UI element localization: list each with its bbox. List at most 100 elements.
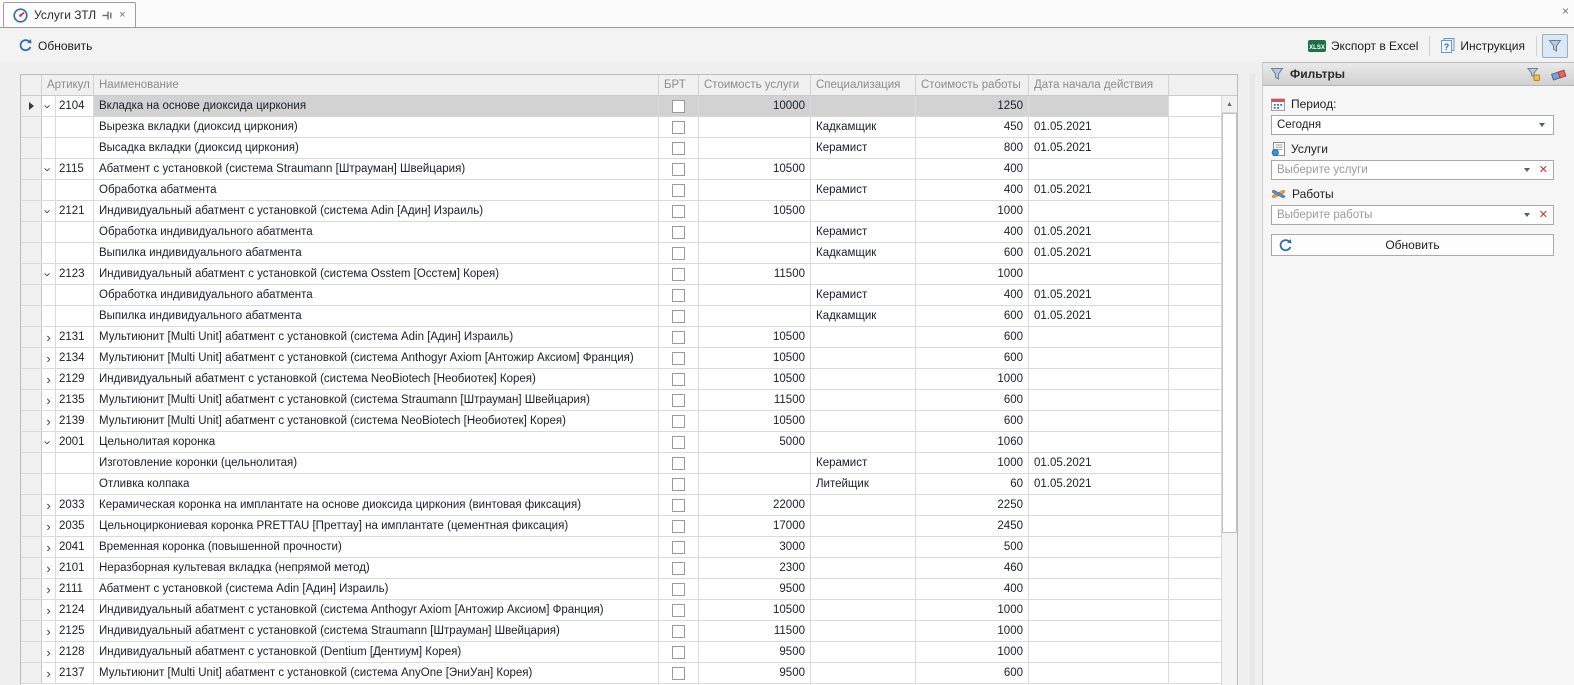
table-row[interactable]: Обработка индивидуального абатментаКерам… <box>21 285 1221 306</box>
expand-icon[interactable]: › <box>42 642 56 662</box>
table-row[interactable]: Выпилка индивидуального абатментаКадкамщ… <box>21 243 1221 264</box>
expand-icon[interactable]: › <box>42 579 56 599</box>
table-row[interactable]: ›2125Индивидуальный абатмент с установко… <box>21 621 1221 642</box>
header-start-date[interactable]: Дата начала действия <box>1029 75 1169 95</box>
brt-checkbox[interactable] <box>672 625 685 638</box>
brt-checkbox[interactable] <box>672 352 685 365</box>
brt-checkbox[interactable] <box>672 121 685 134</box>
table-row[interactable]: ›2104Вкладка на основе диоксида циркония… <box>21 96 1221 117</box>
pin-icon[interactable] <box>102 10 113 21</box>
collapse-icon[interactable]: › <box>42 96 56 116</box>
export-excel-button[interactable]: XLSX Экспорт в Excel <box>1302 35 1424 57</box>
expand-icon[interactable]: › <box>42 621 56 641</box>
brt-checkbox[interactable] <box>672 289 685 302</box>
brt-checkbox[interactable] <box>672 373 685 386</box>
table-row[interactable]: ›2033Керамическая коронка на имплантате … <box>21 495 1221 516</box>
brt-checkbox[interactable] <box>672 667 685 680</box>
tab-uslugi-ztl[interactable]: Услуги ЗТЛ × <box>3 2 136 27</box>
table-row[interactable]: ›2137Мультиюнит [Multi Unit] абатмент с … <box>21 663 1221 684</box>
table-row[interactable]: Выпилка индивидуального абатментаКадкамщ… <box>21 306 1221 327</box>
collapse-icon[interactable]: › <box>42 264 56 284</box>
expand-icon[interactable]: › <box>42 369 56 389</box>
table-row[interactable]: Обработка индивидуального абатментаКерам… <box>21 222 1221 243</box>
header-work-cost[interactable]: Стоимость работы <box>916 75 1029 95</box>
expand-icon[interactable]: › <box>42 327 56 347</box>
brt-checkbox[interactable] <box>672 604 685 617</box>
expand-icon[interactable]: › <box>42 516 56 536</box>
header-specialization[interactable]: Специализация <box>811 75 916 95</box>
brt-checkbox[interactable] <box>672 478 685 491</box>
header-artikul[interactable]: Артикул <box>42 75 94 95</box>
clear-icon[interactable]: ✕ <box>1539 210 1548 221</box>
tabstrip-close-icon[interactable]: × <box>1562 5 1569 17</box>
brt-checkbox[interactable] <box>672 100 685 113</box>
brt-checkbox[interactable] <box>672 499 685 512</box>
brt-checkbox[interactable] <box>672 583 685 596</box>
expand-icon[interactable]: › <box>42 348 56 368</box>
table-row[interactable]: ›2131Мультиюнит [Multi Unit] абатмент с … <box>21 327 1221 348</box>
table-row[interactable]: ›2134Мультиюнит [Multi Unit] абатмент с … <box>21 348 1221 369</box>
period-combo[interactable]: Сегодня <box>1271 115 1554 135</box>
table-row[interactable]: ›2115Абатмент с установкой (система Stra… <box>21 159 1221 180</box>
brt-checkbox[interactable] <box>672 247 685 260</box>
brt-checkbox[interactable] <box>672 268 685 281</box>
brt-checkbox[interactable] <box>672 205 685 218</box>
eraser-icon[interactable] <box>1551 68 1567 81</box>
brt-checkbox[interactable] <box>672 331 685 344</box>
table-row[interactable]: ›2041Временная коронка (повышенной прочн… <box>21 537 1221 558</box>
chevron-down-icon[interactable] <box>1524 213 1530 217</box>
expand-icon[interactable]: › <box>42 558 56 578</box>
table-row[interactable]: Высадка вкладки (диоксид циркония)Керами… <box>21 138 1221 159</box>
header-service-cost[interactable]: Стоимость услуги <box>699 75 811 95</box>
table-row[interactable]: ›2101Неразборная культевая вкладка (непр… <box>21 558 1221 579</box>
table-row[interactable]: ›2135Мультиюнит [Multi Unit] абатмент с … <box>21 390 1221 411</box>
brt-checkbox[interactable] <box>672 142 685 155</box>
collapse-icon[interactable]: › <box>42 159 56 179</box>
filter-edit-icon[interactable] <box>1526 67 1541 82</box>
header-brt[interactable]: БРТ <box>659 75 699 95</box>
vertical-scrollbar[interactable]: ▲ <box>1221 96 1237 685</box>
panel-splitter[interactable] <box>1250 74 1255 685</box>
table-row[interactable]: Отливка колпакаЛитейщик6001.05.2021 <box>21 474 1221 495</box>
table-row[interactable]: Вырезка вкладки (диоксид циркония)Кадкам… <box>21 117 1221 138</box>
brt-checkbox[interactable] <box>672 184 685 197</box>
expand-icon[interactable]: › <box>42 390 56 410</box>
header-name[interactable]: Наименование <box>94 75 659 95</box>
brt-checkbox[interactable] <box>672 415 685 428</box>
collapse-icon[interactable]: › <box>42 201 56 221</box>
refresh-button[interactable]: Обновить <box>12 34 98 57</box>
expand-icon[interactable]: › <box>42 411 56 431</box>
expand-icon[interactable]: › <box>42 495 56 515</box>
brt-checkbox[interactable] <box>672 646 685 659</box>
brt-checkbox[interactable] <box>672 541 685 554</box>
chevron-down-icon[interactable] <box>1524 168 1530 172</box>
services-combo[interactable]: Выберите услуги ✕ <box>1271 160 1554 180</box>
table-row[interactable]: ›2001Цельнолитая коронка50001060 <box>21 432 1221 453</box>
table-row[interactable]: ›2121Индивидуальный абатмент с установко… <box>21 201 1221 222</box>
scrollbar-thumb[interactable] <box>1222 113 1237 533</box>
expand-icon[interactable]: › <box>42 600 56 620</box>
brt-checkbox[interactable] <box>672 310 685 323</box>
tab-close-icon[interactable]: × <box>119 10 125 21</box>
table-row[interactable]: Изготовление коронки (цельнолитая)Керами… <box>21 453 1221 474</box>
brt-checkbox[interactable] <box>672 163 685 176</box>
scroll-up-icon[interactable]: ▲ <box>1222 96 1237 113</box>
table-row[interactable]: ›2035Цельноциркониевая коронка PRETTAU [… <box>21 516 1221 537</box>
table-row[interactable]: ›2139Мультиюнит [Multi Unit] абатмент с … <box>21 411 1221 432</box>
works-combo[interactable]: Выберите работы ✕ <box>1271 205 1554 225</box>
table-row[interactable]: ›2129Индивидуальный абатмент с установко… <box>21 369 1221 390</box>
expand-icon[interactable]: › <box>42 663 56 683</box>
table-row[interactable]: ›2123Индивидуальный абатмент с установко… <box>21 264 1221 285</box>
collapse-icon[interactable]: › <box>42 432 56 452</box>
table-row[interactable]: ›2124Индивидуальный абатмент с установко… <box>21 600 1221 621</box>
table-row[interactable]: Обработка абатментаКерамист40001.05.2021 <box>21 180 1221 201</box>
brt-checkbox[interactable] <box>672 562 685 575</box>
table-row[interactable]: ›2111Абатмент с установкой (система Adin… <box>21 579 1221 600</box>
clear-icon[interactable]: ✕ <box>1539 165 1548 176</box>
filter-refresh-button[interactable]: Обновить <box>1271 234 1554 256</box>
brt-checkbox[interactable] <box>672 394 685 407</box>
brt-checkbox[interactable] <box>672 226 685 239</box>
brt-checkbox[interactable] <box>672 436 685 449</box>
chevron-down-icon[interactable] <box>1539 123 1545 127</box>
filter-panel-toggle-button[interactable] <box>1542 34 1568 58</box>
